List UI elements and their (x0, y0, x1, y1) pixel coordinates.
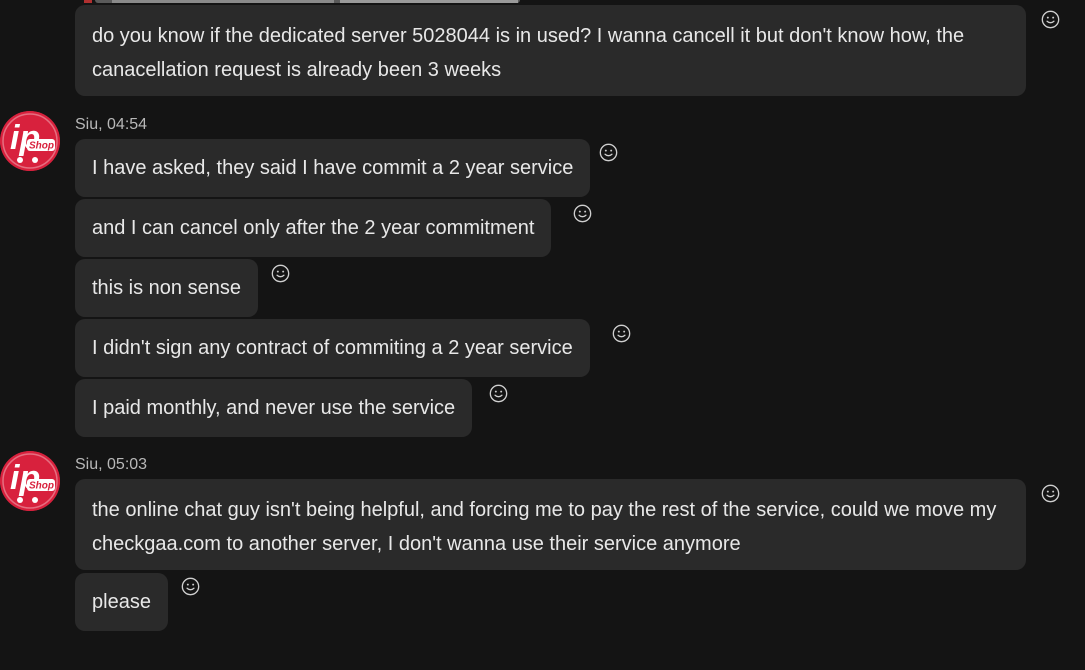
message-text: I paid monthly, and never use the servic… (92, 397, 456, 419)
smiley-reaction-icon[interactable] (271, 264, 290, 283)
message-text: the online chat guy isn't being helpful,… (92, 499, 997, 555)
message-text: I didn't sign any contract of commiting … (92, 337, 573, 359)
message-bubble[interactable]: this is non sense (75, 259, 258, 317)
message-bubble[interactable]: the online chat guy isn't being helpful,… (75, 479, 1026, 570)
smiley-reaction-icon[interactable] (1041, 10, 1060, 29)
smiley-reaction-icon[interactable] (181, 577, 200, 596)
svg-text:Shop: Shop (29, 141, 54, 152)
ipshop-logo: ip Shop (0, 451, 60, 511)
message-text: and I can cancel only after the 2 year c… (92, 217, 535, 239)
previous-attachment-thumbnail[interactable] (112, 0, 334, 3)
message-bubble[interactable]: I have asked, they said I have commit a … (75, 139, 591, 197)
smiley-reaction-icon[interactable] (573, 204, 592, 223)
message-text: do you know if the dedicated server 5028… (92, 25, 965, 81)
avatar[interactable]: ip Shop (0, 451, 60, 511)
smiley-reaction-icon[interactable] (599, 143, 618, 162)
message-meta: Siu, 04:54 (75, 116, 148, 133)
message-bubble[interactable]: please (75, 573, 168, 631)
message-meta: Siu, 05:03 (75, 456, 148, 473)
message-text: please (92, 591, 151, 613)
avatar[interactable]: ip Shop (0, 111, 60, 171)
smiley-reaction-icon[interactable] (612, 324, 631, 343)
message-bubble[interactable]: do you know if the dedicated server 5028… (75, 5, 1026, 96)
previous-attachment-thumbnail[interactable] (340, 0, 518, 3)
message-bubble[interactable]: I didn't sign any contract of commiting … (75, 319, 590, 377)
smiley-reaction-icon[interactable] (489, 384, 508, 403)
message-bubble[interactable]: I paid monthly, and never use the servic… (75, 379, 473, 437)
message-text: I have asked, they said I have commit a … (92, 157, 574, 179)
svg-text:Shop: Shop (29, 481, 54, 492)
previous-attachment-accent (84, 0, 92, 3)
smiley-reaction-icon[interactable] (1041, 484, 1060, 503)
message-text: this is non sense (92, 277, 241, 299)
message-bubble[interactable]: and I can cancel only after the 2 year c… (75, 199, 552, 257)
chat-pane: do you know if the dedicated server 5028… (0, 0, 1085, 670)
ipshop-logo: ip Shop (0, 111, 60, 171)
